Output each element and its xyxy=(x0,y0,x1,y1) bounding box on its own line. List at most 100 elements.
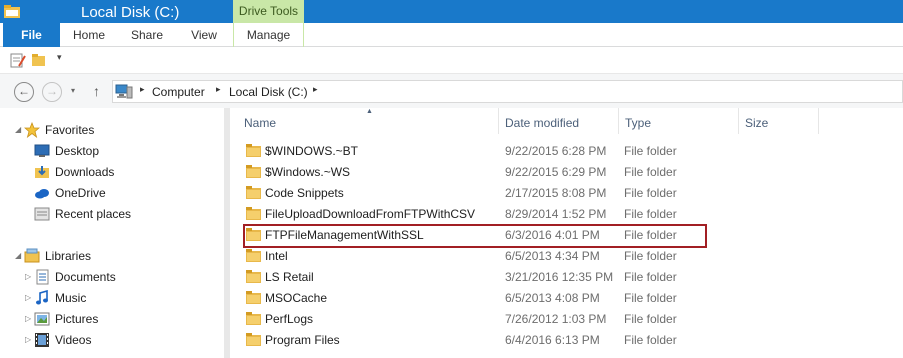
ribbon-tab-bar: File Home Share View Manage xyxy=(0,23,903,47)
folder-icon xyxy=(246,186,262,203)
folder-icon xyxy=(246,312,262,329)
column-divider[interactable] xyxy=(738,108,739,134)
file-date-modified: 2/17/2015 8:08 PM xyxy=(505,186,607,200)
properties-icon[interactable] xyxy=(10,52,26,68)
table-row[interactable]: PerfLogs 7/26/2012 1:03 PM File folder xyxy=(232,309,903,330)
column-header-name[interactable]: Name xyxy=(244,116,276,130)
address-bar[interactable]: ▸ Computer ▸ Local Disk (C:) ▸ xyxy=(112,80,903,103)
explorer-app-icon[interactable] xyxy=(4,5,20,19)
expand-pictures-icon[interactable]: ▷ xyxy=(25,314,31,323)
table-row[interactable]: $Windows.~WS 9/22/2015 6:29 PM File folder xyxy=(232,162,903,183)
column-divider[interactable] xyxy=(618,108,619,134)
file-type: File folder xyxy=(624,270,677,284)
computer-icon xyxy=(115,84,133,99)
column-divider[interactable] xyxy=(498,108,499,134)
navigation-pane-splitter[interactable] xyxy=(224,108,230,358)
folder-icon xyxy=(246,165,262,182)
onedrive-cloud-icon xyxy=(35,189,49,199)
highlighted-row-outline xyxy=(243,224,707,248)
tab-home[interactable]: Home xyxy=(60,23,118,47)
forward-button[interactable]: → xyxy=(42,82,62,102)
file-name: MSOCache xyxy=(265,291,328,305)
file-type: File folder xyxy=(624,186,677,200)
folder-icon xyxy=(246,270,262,287)
table-row[interactable]: Code Snippets 2/17/2015 8:08 PM File folde… xyxy=(232,183,903,204)
file-name: PerfLogs xyxy=(265,312,314,326)
file-date-modified: 6/4/2016 6:13 PM xyxy=(505,333,600,347)
navigation-pane: ◢ Favorites Desktop Downloads OneDrive R… xyxy=(0,108,226,358)
nav-recent-places-label: Recent places xyxy=(55,207,132,221)
nav-downloads-label: Downloads xyxy=(55,165,115,179)
music-note-icon xyxy=(36,290,48,305)
new-folder-icon[interactable] xyxy=(31,52,47,68)
table-row[interactable]: LS Retail 3/21/2016 12:35 PM File folder xyxy=(232,267,903,288)
folder-icon xyxy=(246,333,262,350)
breadcrumb-computer[interactable]: Computer xyxy=(152,85,205,99)
file-name: LS Retail xyxy=(265,270,314,284)
expand-videos-icon[interactable]: ▷ xyxy=(25,335,31,344)
recent-places-icon xyxy=(34,207,50,221)
desktop-icon xyxy=(34,144,50,157)
tab-view[interactable]: View xyxy=(176,23,232,47)
expand-music-icon[interactable]: ▷ xyxy=(25,293,31,302)
file-type: File folder xyxy=(624,291,677,305)
quick-access-toolbar: ▾ xyxy=(0,47,903,74)
tab-file[interactable]: File xyxy=(3,23,60,47)
table-row[interactable]: Program Files 6/4/2016 6:13 PM File folder xyxy=(232,330,903,351)
file-name: Code Snippets xyxy=(265,186,344,200)
tab-share[interactable]: Share xyxy=(118,23,176,47)
breadcrumb-separator-icon[interactable]: ▸ xyxy=(140,84,145,95)
file-type: File folder xyxy=(624,207,677,221)
nav-pictures-label: Pictures xyxy=(55,312,99,326)
drive-tools-header: Drive Tools xyxy=(233,0,304,23)
column-header-date-modified[interactable]: Date modified xyxy=(505,116,579,130)
folder-icon xyxy=(246,207,262,224)
nav-desktop-label: Desktop xyxy=(55,144,100,158)
table-row[interactable]: Intel 6/5/2013 4:34 PM File folder xyxy=(232,246,903,267)
file-date-modified: 6/5/2013 4:34 PM xyxy=(505,249,600,263)
collapse-favorites-icon[interactable]: ◢ xyxy=(15,125,21,134)
table-row[interactable]: FileUploadDownloadFromFTPWithCSV 8/29/201… xyxy=(232,204,903,225)
breadcrumb-local-disk[interactable]: Local Disk (C:) xyxy=(229,85,308,99)
file-date-modified: 3/21/2016 12:35 PM xyxy=(505,270,614,284)
nav-favorites-label: Favorites xyxy=(45,123,95,137)
file-type: File folder xyxy=(624,312,677,326)
file-name: $WINDOWS.~BT xyxy=(265,144,359,158)
file-date-modified: 6/5/2013 4:08 PM xyxy=(505,291,600,305)
nav-videos-label: Videos xyxy=(55,333,92,347)
up-button[interactable]: ↑ xyxy=(93,83,100,99)
customize-qat-dropdown-icon[interactable]: ▾ xyxy=(57,52,62,63)
column-header-size[interactable]: Size xyxy=(745,116,768,130)
expand-documents-icon[interactable]: ▷ xyxy=(25,272,31,281)
libraries-icon xyxy=(24,248,40,263)
tab-manage[interactable]: Manage xyxy=(233,23,304,47)
downloads-icon xyxy=(35,166,49,178)
table-row[interactable]: $WINDOWS.~BT 9/22/2015 6:28 PM File folder xyxy=(232,141,903,162)
table-row[interactable]: MSOCache 6/5/2013 4:08 PM File folder xyxy=(232,288,903,309)
recent-locations-dropdown-icon[interactable]: ▾ xyxy=(71,86,75,95)
breadcrumb-separator-icon[interactable]: ▸ xyxy=(313,84,318,95)
file-name: $Windows.~WS xyxy=(265,165,351,179)
navigation-bar: ← → ▾ ↑ ▸ Computer ▸ Local Disk (C:) ▸ xyxy=(0,74,903,108)
folder-icon xyxy=(246,291,262,308)
folder-icon xyxy=(246,144,262,161)
column-divider[interactable] xyxy=(818,108,819,134)
column-header-type[interactable]: Type xyxy=(625,116,651,130)
file-name: Program Files xyxy=(265,333,340,347)
documents-icon xyxy=(36,269,49,285)
collapse-libraries-icon[interactable]: ◢ xyxy=(15,251,21,260)
folder-icon xyxy=(246,249,262,266)
window-title: Local Disk (C:) xyxy=(81,4,180,21)
file-type: File folder xyxy=(624,249,677,263)
back-button[interactable]: ← xyxy=(14,82,34,102)
file-type: File folder xyxy=(624,165,677,179)
file-type: File folder xyxy=(624,333,677,347)
file-name: FileUploadDownloadFromFTPWithCSV xyxy=(265,207,476,221)
nav-music-label: Music xyxy=(55,291,87,305)
videos-icon xyxy=(35,333,49,347)
breadcrumb-separator-icon[interactable]: ▸ xyxy=(216,84,221,95)
file-type: File folder xyxy=(624,144,677,158)
nav-onedrive-label: OneDrive xyxy=(55,186,106,200)
star-icon xyxy=(24,122,40,138)
file-date-modified: 9/22/2015 6:28 PM xyxy=(505,144,607,158)
